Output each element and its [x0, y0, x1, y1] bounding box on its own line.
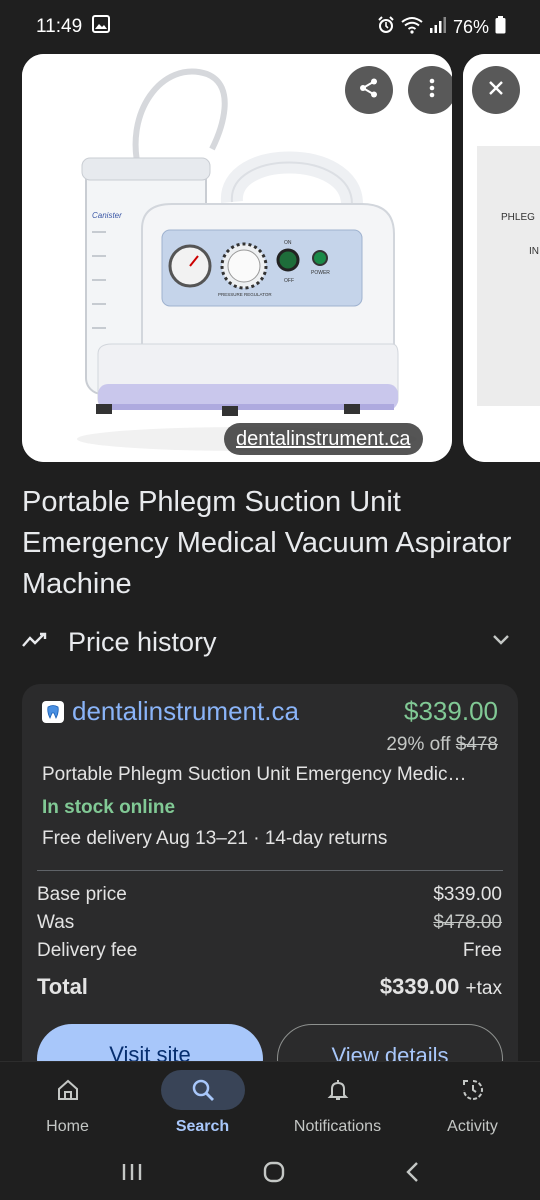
nav-label-notifications: Notifications — [293, 1118, 382, 1135]
nav-item-notifications[interactable]: Notifications — [270, 1062, 405, 1148]
price-history-toggle[interactable]: Price history — [22, 618, 518, 666]
battery-icon — [495, 15, 506, 39]
search-icon — [160, 1070, 245, 1110]
pressure-regulator-label: PRESSURE REGULATOR — [218, 292, 272, 297]
original-price: $478 — [455, 734, 498, 755]
more-vert-icon — [429, 78, 435, 103]
status-time: 11:49 — [36, 16, 83, 37]
delivery-fee-value: Free — [462, 940, 502, 961]
chevron-down-icon — [492, 633, 510, 651]
home-button-icon[interactable] — [263, 1161, 285, 1188]
suction-machine-illustration: Canister ON OFF POWER PRESSURE REGULATOR — [22, 54, 452, 462]
back-icon[interactable] — [404, 1161, 420, 1188]
tooth-icon — [42, 700, 64, 723]
home-icon — [26, 1070, 110, 1110]
side-image-text-2: IN — [529, 246, 539, 257]
power-label: POWER — [311, 270, 330, 276]
offer-card: dentalinstrument.ca $339.00 29% off $478… — [22, 684, 518, 1104]
product-image[interactable]: Canister ON OFF POWER PRESSURE REGULATOR — [22, 54, 452, 462]
source-link[interactable]: dentalinstrument.ca — [224, 423, 423, 455]
system-nav-bar — [0, 1148, 540, 1200]
product-title: Portable Phlegm Suction Unit Emergency M… — [22, 486, 512, 600]
share-button[interactable] — [345, 66, 393, 114]
discount-percent: 29% off — [386, 734, 451, 755]
nav-item-home[interactable]: Home — [0, 1062, 135, 1148]
total-amount: $339.00 +tax — [380, 974, 502, 1000]
stock-status: In stock online — [42, 797, 176, 818]
activity-icon — [431, 1070, 515, 1110]
nav-label-activity: Activity — [447, 1118, 498, 1135]
nav-label-home: Home — [46, 1118, 89, 1135]
canister-label: Canister — [92, 211, 122, 220]
base-price-row: Base price $339.00 — [37, 884, 502, 906]
was-price-row: Was $478.00 — [37, 912, 502, 934]
delivery-info: Free delivery Aug 13–21 · 14-day returns — [42, 828, 388, 849]
close-button[interactable] — [472, 66, 520, 114]
delivery-fee-row: Delivery fee Free — [37, 940, 502, 962]
bell-icon — [296, 1070, 380, 1110]
on-label: ON — [284, 240, 292, 246]
price-history-label: Price history — [68, 626, 217, 657]
more-options-button[interactable] — [408, 66, 452, 114]
base-price-value: $339.00 — [433, 884, 502, 905]
nav-label-search: Search — [175, 1118, 230, 1135]
was-value: $478.00 — [433, 912, 502, 933]
was-label: Was — [37, 912, 75, 933]
recent-apps-icon[interactable] — [120, 1162, 144, 1187]
next-image-preview[interactable]: PHLEG IN — [463, 54, 540, 462]
offer-price: $339.00 — [404, 696, 498, 726]
signal-icon — [429, 16, 447, 39]
gallery-icon — [92, 15, 111, 39]
close-icon — [488, 80, 504, 101]
next-image-illustration: PHLEG IN — [463, 54, 540, 462]
tax-suffix: +tax — [465, 978, 502, 999]
store-link[interactable]: dentalinstrument.ca — [72, 696, 299, 727]
wifi-icon — [401, 16, 423, 39]
discount-text: 29% off $478 — [386, 734, 498, 756]
status-bar: 11:49 76% — [0, 0, 540, 54]
offer-product-name: Portable Phlegm Suction Unit Emergency M… — [42, 764, 467, 785]
bottom-nav: Home Search Notifications Activity — [0, 1062, 540, 1148]
side-image-text-1: PHLEG — [501, 212, 535, 223]
base-price-label: Base price — [37, 884, 127, 905]
nav-item-search[interactable]: Search — [135, 1062, 270, 1148]
battery-text: 76% — [452, 16, 489, 37]
nav-item-activity[interactable]: Activity — [405, 1062, 540, 1148]
divider — [37, 870, 503, 871]
total-label: Total — [37, 974, 88, 999]
store-row: dentalinstrument.ca $339.00 — [42, 696, 498, 727]
trending-icon — [22, 630, 48, 655]
delivery-fee-label: Delivery fee — [37, 940, 138, 961]
share-icon — [358, 77, 380, 104]
total-value: $339.00 — [379, 974, 460, 999]
off-label: OFF — [284, 278, 294, 284]
alarm-icon — [377, 15, 395, 39]
total-row: Total $339.00 +tax — [37, 974, 502, 1000]
